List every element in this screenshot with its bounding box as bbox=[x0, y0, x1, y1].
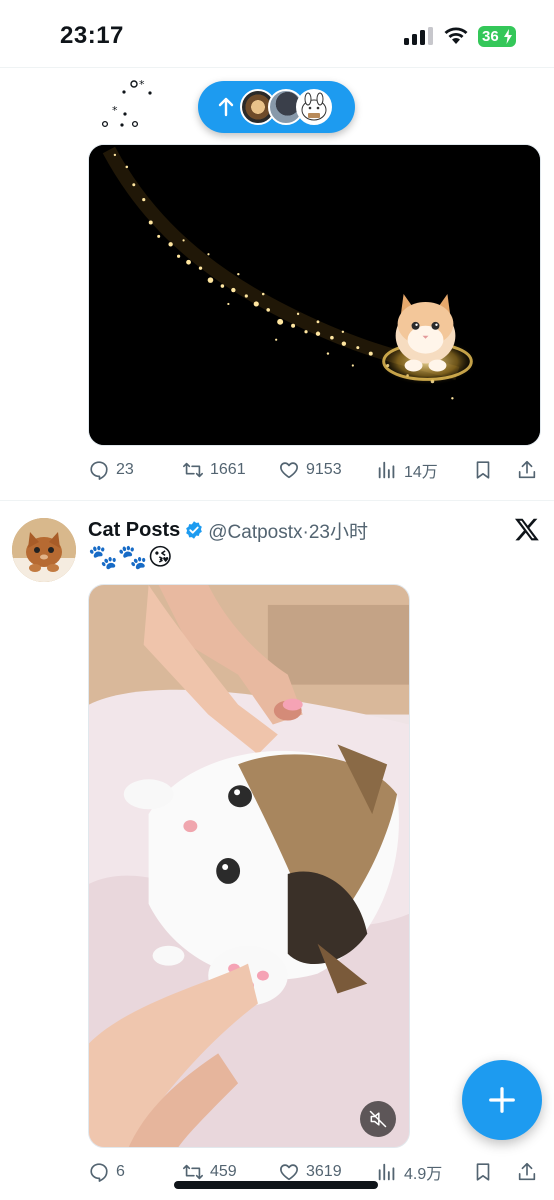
heart-icon bbox=[280, 462, 298, 479]
bookmark-icon bbox=[476, 1163, 490, 1181]
repost-button[interactable]: 1661 bbox=[182, 452, 246, 488]
share-icon bbox=[518, 460, 536, 479]
post-1-action-bar: 23 1661 9153 14万 bbox=[88, 452, 543, 488]
post-2-media-video[interactable] bbox=[88, 584, 410, 1148]
author-name[interactable]: Cat Posts bbox=[88, 519, 180, 542]
heart-icon bbox=[280, 1164, 298, 1181]
compose-post-button[interactable] bbox=[462, 1060, 542, 1140]
header-divider bbox=[0, 67, 554, 68]
bookmark-icon bbox=[476, 461, 490, 479]
charging-bolt-icon bbox=[504, 29, 512, 44]
post-1-media-image[interactable] bbox=[88, 144, 541, 446]
reply-count: 23 bbox=[116, 461, 134, 478]
home-indicator[interactable] bbox=[174, 1181, 378, 1189]
mute-toggle-button[interactable] bbox=[360, 1101, 396, 1137]
battery-level: 36 bbox=[482, 28, 499, 45]
views-icon bbox=[378, 461, 395, 479]
views-button[interactable]: 4.9万 bbox=[376, 1154, 442, 1190]
share-icon bbox=[518, 1162, 536, 1181]
avatar[interactable] bbox=[12, 518, 76, 582]
new-posts-pill[interactable] bbox=[198, 81, 355, 133]
post-2-header: Cat Posts @Catpostx·23小时 bbox=[88, 516, 368, 544]
reply-count: 6 bbox=[116, 1163, 125, 1180]
svg-text:*: * bbox=[139, 78, 145, 91]
status-bar: 23:17 36 bbox=[0, 0, 554, 68]
thread-connector-dots: * * bbox=[101, 78, 152, 128]
bookmark-button[interactable] bbox=[472, 452, 494, 488]
wifi-icon bbox=[444, 27, 468, 44]
pill-avatar bbox=[296, 89, 332, 125]
svg-text:*: * bbox=[112, 104, 118, 117]
share-button[interactable] bbox=[516, 452, 538, 488]
reply-icon bbox=[90, 461, 108, 480]
signal-icon bbox=[404, 27, 433, 45]
x-logo-icon bbox=[514, 518, 539, 541]
repost-icon bbox=[183, 1164, 203, 1180]
views-count: 4.9万 bbox=[404, 1166, 443, 1183]
repost-count: 1661 bbox=[210, 461, 246, 478]
battery-icon: 36 bbox=[478, 26, 516, 47]
like-button[interactable]: 9153 bbox=[278, 452, 342, 488]
reply-button[interactable]: 23 bbox=[88, 452, 134, 488]
verified-badge-icon bbox=[186, 521, 203, 539]
repost-icon bbox=[183, 462, 203, 478]
arrow-up-icon bbox=[218, 97, 234, 117]
bookmark-button[interactable] bbox=[472, 1154, 494, 1190]
reply-icon bbox=[90, 1163, 108, 1182]
repost-count: 459 bbox=[210, 1163, 237, 1180]
views-button[interactable]: 14万 bbox=[376, 452, 438, 488]
views-icon bbox=[378, 1163, 395, 1181]
plus-icon bbox=[489, 1087, 515, 1113]
author-handle-time[interactable]: @Catpostx·23小时 bbox=[208, 517, 368, 544]
views-count: 14万 bbox=[404, 464, 438, 481]
status-time: 23:17 bbox=[60, 22, 124, 49]
share-button[interactable] bbox=[516, 1154, 538, 1190]
like-count: 3619 bbox=[306, 1163, 342, 1180]
post-text: 🐾🐾😘 bbox=[88, 543, 173, 571]
like-count: 9153 bbox=[306, 461, 342, 478]
reply-button[interactable]: 6 bbox=[88, 1154, 125, 1190]
post-divider bbox=[0, 500, 554, 501]
speaker-muted-icon bbox=[369, 1110, 387, 1128]
